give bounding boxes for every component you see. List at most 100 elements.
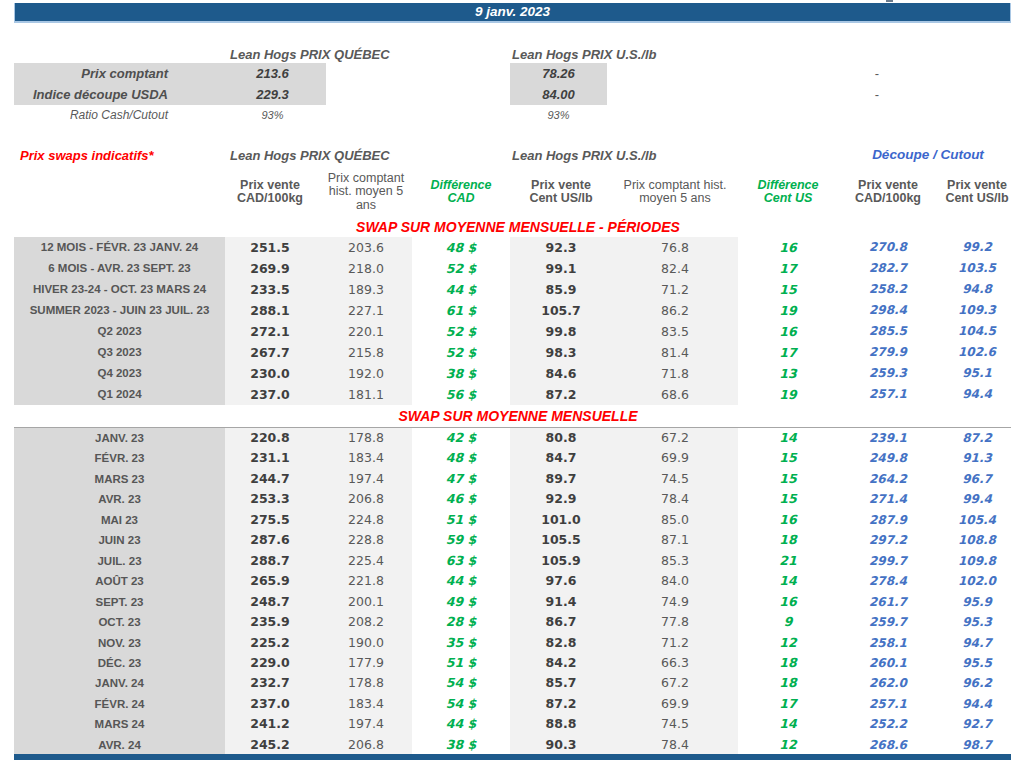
row-value: 220.8 — [225, 428, 315, 448]
top-row-us-value: 93% — [510, 105, 607, 125]
row-value: 257.1 — [838, 694, 938, 714]
row-value: 15 — [738, 279, 838, 300]
row-value: 15 — [738, 469, 838, 489]
swaps-us-title: Lean Hogs PRIX U.S./lb — [512, 148, 656, 163]
row-value: 228.8 — [320, 530, 412, 550]
row-value: 59 $ — [412, 530, 510, 550]
row-value: 15 — [738, 489, 838, 509]
row-value: 90.3 — [510, 735, 612, 755]
row-value: 86.7 — [510, 612, 612, 632]
row-value: 97.6 — [510, 571, 612, 591]
row-label: AVR. 23 — [14, 489, 225, 509]
row-label: MARS 24 — [14, 714, 225, 734]
row-value: 63 $ — [412, 551, 510, 571]
top-row-us-value: 84.00 — [510, 84, 607, 105]
row-value: 265.9 — [225, 571, 315, 591]
row-value: 99.8 — [510, 321, 612, 342]
row-label: AOÛT 23 — [14, 571, 225, 591]
row-value: 48 $ — [412, 448, 510, 468]
row-value: 68.6 — [612, 384, 738, 405]
row-value: 287.6 — [225, 530, 315, 550]
row-value: 78.4 — [612, 489, 738, 509]
row-value: 54 $ — [412, 694, 510, 714]
row-value: 49 $ — [412, 592, 510, 612]
row-value: 99.4 — [938, 489, 1016, 509]
row-value: 84.0 — [612, 571, 738, 591]
row-value: 87.2 — [510, 384, 612, 405]
row-value: 264.2 — [838, 469, 938, 489]
row-value: 297.2 — [838, 530, 938, 550]
row-value: 76.8 — [612, 237, 738, 258]
report-date: 9 janv. 2023 — [475, 4, 550, 19]
row-label: Q2 2023 — [14, 321, 225, 342]
row-value: 299.7 — [838, 551, 938, 571]
row-value: 17 — [738, 342, 838, 363]
row-value: 14 — [738, 428, 838, 448]
top-row-quebec-value: 213.6 — [225, 63, 320, 84]
row-value: 268.6 — [838, 735, 938, 755]
row-value: 288.7 — [225, 551, 315, 571]
row-value: 52 $ — [412, 342, 510, 363]
row-value: 84.7 — [510, 448, 612, 468]
swaps-quebec-title: Lean Hogs PRIX QUÉBEC — [230, 148, 390, 163]
column-header: Prix comptant hist. moyen 5 ans — [612, 170, 738, 214]
row-value: 233.5 — [225, 279, 315, 300]
row-label: Q3 2023 — [14, 342, 225, 363]
row-value: 16 — [738, 321, 838, 342]
top-row-label: Indice découpe USDA — [14, 84, 168, 105]
row-label: JANV. 23 — [14, 428, 225, 448]
column-header: Prix comptant hist. moyen 5 ans — [320, 170, 412, 214]
row-value: 91.4 — [510, 592, 612, 612]
row-value: 99.2 — [938, 237, 1016, 258]
row-value: 272.1 — [225, 321, 315, 342]
row-label: OCT. 23 — [14, 612, 225, 632]
row-value: 17 — [738, 694, 838, 714]
row-label: SUMMER 2023 - JUIN 23 JUIL. 23 — [14, 300, 225, 321]
row-value: 87.2 — [510, 694, 612, 714]
report-page: 9 janv. 2023 Lean Hogs PRIX QUÉBEC Lean … — [0, 0, 1024, 760]
row-label: HIVER 23-24 - OCT. 23 MARS 24 — [14, 279, 225, 300]
row-value: 89.7 — [510, 469, 612, 489]
row-value: 56 $ — [412, 384, 510, 405]
column-header: Différence CAD — [412, 170, 510, 214]
row-value: 74.9 — [612, 592, 738, 612]
row-value: 85.0 — [612, 510, 738, 530]
row-value: 94.7 — [938, 633, 1016, 653]
row-value: 14 — [738, 571, 838, 591]
row-label: DÉC. 23 — [14, 653, 225, 673]
row-value: 51 $ — [412, 510, 510, 530]
row-value: 67.2 — [612, 673, 738, 693]
row-value: 103.5 — [938, 258, 1016, 279]
row-value: 94.8 — [938, 279, 1016, 300]
row-value: 252.2 — [838, 714, 938, 734]
row-value: 224.8 — [320, 510, 412, 530]
row-value: 98.7 — [938, 735, 1016, 755]
row-value: 94.4 — [938, 694, 1016, 714]
row-value: 287.9 — [838, 510, 938, 530]
row-label: AVR. 24 — [14, 735, 225, 755]
row-value: 19 — [738, 384, 838, 405]
row-label: SEPT. 23 — [14, 592, 225, 612]
row-value: 71.8 — [612, 363, 738, 384]
top-row-quebec-value: 229.3 — [225, 84, 320, 105]
column-header: Prix vente CAD/100kg — [225, 170, 315, 214]
row-value: 181.1 — [320, 384, 412, 405]
row-label: FÉVR. 24 — [14, 694, 225, 714]
row-value: 288.1 — [225, 300, 315, 321]
row-value: 44 $ — [412, 714, 510, 734]
row-value: 101.0 — [510, 510, 612, 530]
row-value: 208.2 — [320, 612, 412, 632]
row-value: 105.4 — [938, 510, 1016, 530]
row-value: 231.1 — [225, 448, 315, 468]
row-value: 200.1 — [320, 592, 412, 612]
row-label: MAI 23 — [14, 510, 225, 530]
row-value: 44 $ — [412, 571, 510, 591]
row-value: 85.7 — [510, 673, 612, 693]
row-label: JUIN 23 — [14, 530, 225, 550]
row-value: 69.9 — [612, 448, 738, 468]
row-value: 87.1 — [612, 530, 738, 550]
row-value: 178.8 — [320, 428, 412, 448]
row-value: 109.3 — [938, 300, 1016, 321]
row-value: 94.4 — [938, 384, 1016, 405]
decoupe-title: Découpe / Cutout — [848, 147, 1008, 162]
